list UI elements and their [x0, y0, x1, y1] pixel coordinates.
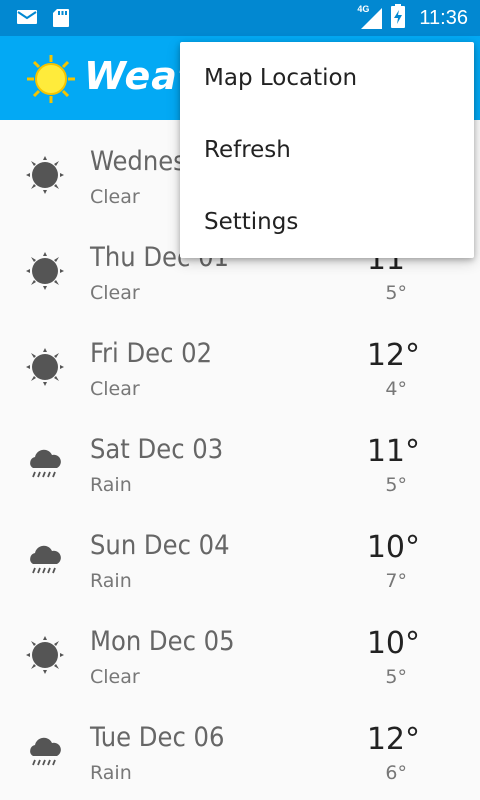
list-item[interactable]: Sun Dec 04 Rain 10° 7° [0, 504, 480, 600]
forecast-low: 6° [385, 762, 407, 784]
list-item[interactable]: Fri Dec 02 Clear 12° 4° [0, 312, 480, 408]
forecast-high: 10° [366, 530, 420, 565]
mail-icon [16, 8, 38, 33]
battery-charging-icon [391, 3, 406, 33]
forecast-condition: Rain [90, 570, 132, 592]
menu-item-refresh[interactable]: Refresh [180, 114, 474, 186]
sun-icon [26, 54, 76, 109]
forecast-day: Fri Dec 02 [90, 338, 213, 369]
sd-card-icon [52, 8, 70, 33]
list-item[interactable]: Tue Dec 06 Rain 12° 6° [0, 696, 480, 792]
status-bar: 4G 11:36 [0, 0, 480, 36]
overflow-menu: Map Location Refresh Settings [180, 42, 474, 258]
forecast-condition: Clear [90, 282, 140, 304]
forecast-high: 10° [366, 626, 420, 661]
forecast-condition: Clear [90, 666, 140, 688]
forecast-day: Sat Dec 03 [90, 434, 224, 465]
list-item[interactable]: Mon Dec 05 Clear 10° 5° [0, 600, 480, 696]
signal-icon: 4G [357, 4, 383, 30]
forecast-low: 5° [385, 282, 407, 304]
clear-icon [26, 348, 64, 386]
forecast-low: 5° [385, 474, 407, 496]
forecast-low: 7° [385, 570, 407, 592]
forecast-condition: Rain [90, 474, 132, 496]
status-time: 11:36 [419, 6, 468, 29]
forecast-condition: Rain [90, 762, 132, 784]
forecast-high: 12° [366, 338, 420, 373]
rain-icon [26, 444, 64, 482]
rain-icon [26, 540, 64, 578]
forecast-low: 5° [385, 666, 407, 688]
clear-icon [26, 636, 64, 674]
menu-item-settings[interactable]: Settings [180, 186, 474, 258]
clear-icon [26, 156, 64, 194]
forecast-high: 11° [366, 434, 420, 469]
forecast-day: Mon Dec 05 [90, 626, 235, 657]
forecast-low: 4° [385, 378, 407, 400]
clear-icon [26, 252, 64, 290]
rain-icon [26, 732, 64, 770]
menu-item-map-location[interactable]: Map Location [180, 42, 474, 114]
forecast-day: Tue Dec 06 [90, 722, 225, 753]
list-item[interactable]: Sat Dec 03 Rain 11° 5° [0, 408, 480, 504]
forecast-condition: Clear [90, 186, 140, 208]
forecast-condition: Clear [90, 378, 140, 400]
forecast-high: 12° [366, 722, 420, 757]
forecast-day: Sun Dec 04 [90, 530, 230, 561]
forecast-day: Wednes [90, 146, 186, 177]
